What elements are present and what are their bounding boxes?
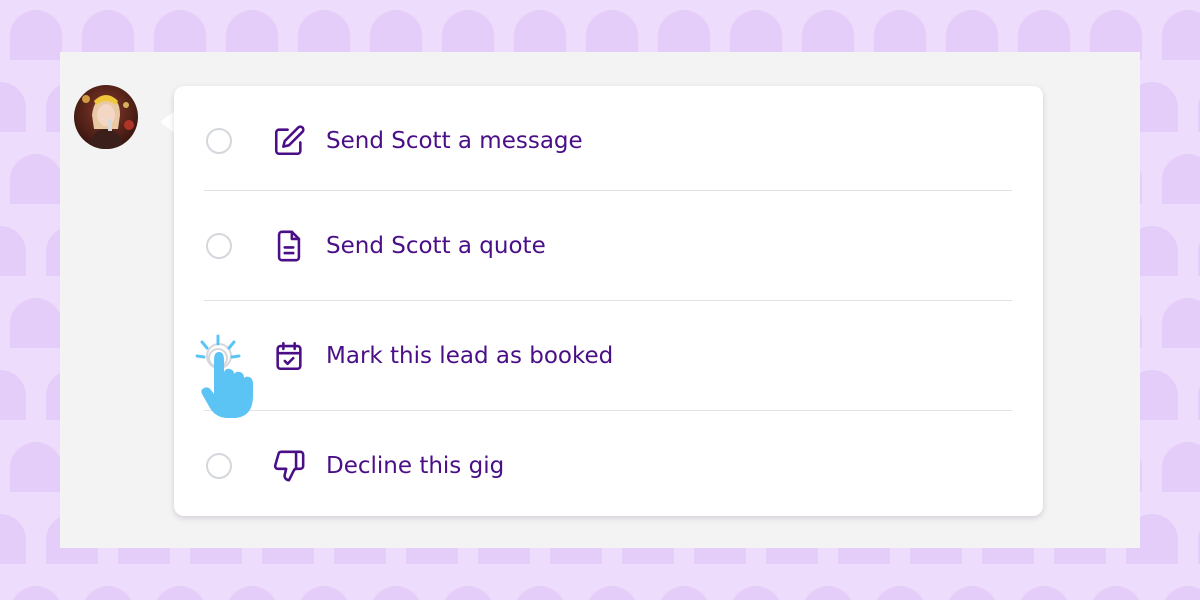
- option-label: Mark this lead as booked: [326, 343, 614, 369]
- option-label: Send Scott a message: [326, 128, 583, 154]
- option-mark-booked[interactable]: Mark this lead as booked: [204, 300, 1012, 411]
- calendar-check-icon: [276, 341, 302, 371]
- option-send-message[interactable]: Send Scott a message: [204, 86, 1012, 196]
- radio-button[interactable]: [206, 128, 232, 154]
- radio-button[interactable]: [206, 233, 232, 259]
- actions-card: Send Scott a message Send Scott a quote …: [174, 86, 1043, 516]
- radio-button[interactable]: [206, 453, 232, 479]
- thumbs-down-icon: [273, 450, 305, 482]
- document-icon: [277, 230, 301, 262]
- option-send-quote[interactable]: Send Scott a quote: [204, 190, 1012, 301]
- option-decline-gig[interactable]: Decline this gig: [204, 410, 1012, 521]
- avatar: [74, 85, 138, 149]
- edit-icon: [274, 125, 305, 156]
- option-label: Send Scott a quote: [326, 233, 546, 259]
- hand-pointer-click-icon: [195, 334, 253, 418]
- user-photo-icon: [74, 85, 138, 149]
- option-label: Decline this gig: [326, 453, 505, 479]
